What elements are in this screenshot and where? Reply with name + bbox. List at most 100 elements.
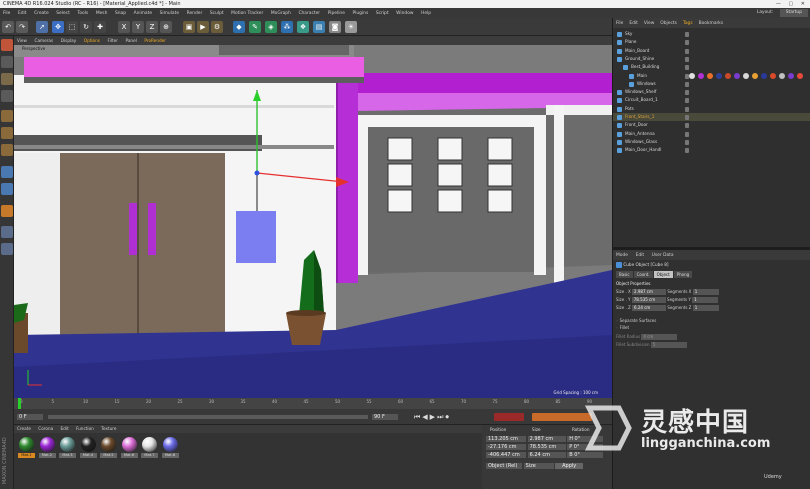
playhead[interactable] <box>18 398 21 409</box>
tab-basic[interactable]: Basic <box>616 271 633 278</box>
tab-object[interactable]: Object <box>653 271 673 278</box>
edges-mode-icon[interactable] <box>1 127 13 139</box>
scale-icon[interactable]: ⬚ <box>66 21 78 33</box>
tab-coord[interactable]: Coord. <box>633 271 653 278</box>
attr-menu-mode[interactable]: Mode <box>613 251 631 260</box>
visibility-toggle-icon[interactable] <box>685 48 689 54</box>
vp-menu-cameras[interactable]: Cameras <box>32 36 57 45</box>
object-name[interactable]: Main_Door_Handl <box>625 146 661 154</box>
apply-button[interactable]: Apply <box>555 463 584 469</box>
material-tag-icon[interactable] <box>797 72 803 79</box>
material-name[interactable]: Mat.3 <box>59 453 76 458</box>
visibility-toggle-icon[interactable] <box>685 40 689 46</box>
object-name[interactable]: Front_Door <box>625 121 648 129</box>
object-row[interactable]: Best_Building <box>613 63 810 71</box>
visibility-toggle-icon[interactable] <box>685 81 689 87</box>
material-name[interactable]: Mat.4 <box>79 453 97 458</box>
object-name[interactable]: Main_Antenna <box>625 130 655 138</box>
object-name[interactable]: Main_Board <box>625 47 649 55</box>
material-name[interactable]: Mat.5 <box>100 453 117 458</box>
coord-mode-select[interactable]: Object (Rel) <box>486 463 522 469</box>
material-swatch[interactable] <box>162 437 178 452</box>
property-value-field[interactable]: 2.987 cm <box>632 289 667 295</box>
material-tag-icon[interactable] <box>761 72 767 79</box>
x-axis-icon[interactable]: X <box>118 21 130 33</box>
object-row[interactable]: Windows_Shelf <box>613 88 810 96</box>
coordinate-system-icon[interactable]: ⊕ <box>160 21 172 33</box>
viewport-3d[interactable]: Perspective Grid Spacing : 100 cm <box>14 45 612 398</box>
deformer-icon[interactable]: ❖ <box>297 21 309 33</box>
menu-render[interactable]: Render <box>184 9 206 18</box>
object-row[interactable]: Main <box>613 72 810 80</box>
separate-surfaces-checkbox[interactable]: ◦ Separate Surfaces <box>616 317 656 324</box>
size-mode-select[interactable]: Size <box>523 463 554 469</box>
segments-field[interactable]: 1 <box>692 297 719 303</box>
size-z-field[interactable]: 6.24 cm <box>527 452 566 458</box>
visibility-toggle-icon[interactable] <box>685 90 689 96</box>
z-axis-icon[interactable]: Z <box>146 21 158 33</box>
timeline-ruler[interactable]: 0 5 10 15 20 25 30 35 40 45 50 55 60 65 70 75 80 85 90 <box>14 398 612 409</box>
vp-menu-panel[interactable]: Panel <box>123 36 140 45</box>
menu-motion-tracker[interactable]: Motion Tracker <box>228 9 266 18</box>
segments-field[interactable]: 1 <box>692 305 719 311</box>
object-name[interactable]: Windows_Glass <box>625 138 657 146</box>
record-keys-icon[interactable] <box>494 413 524 421</box>
object-row[interactable]: Plane <box>613 38 810 46</box>
object-row[interactable]: Ground_Shine <box>613 55 810 63</box>
end-frame-field[interactable]: 90 F <box>372 414 398 420</box>
object-row[interactable]: Circuit_Board_1 <box>613 96 810 104</box>
points-mode-icon[interactable] <box>1 110 13 122</box>
make-editable-icon[interactable] <box>1 39 13 51</box>
om-menu-item[interactable]: Bookmarks <box>696 19 727 28</box>
material-tag-icon[interactable] <box>770 72 776 79</box>
menu-simulate[interactable]: Simulate <box>157 9 182 18</box>
material-tag-icon[interactable] <box>725 72 731 79</box>
menu-character[interactable]: Character <box>295 9 323 18</box>
pen-spline-icon[interactable]: ✎ <box>249 21 261 33</box>
material-tag-icon[interactable] <box>752 72 758 79</box>
floor-icon[interactable]: ▤ <box>313 21 325 33</box>
object-row[interactable]: Windows_Glass <box>613 138 810 146</box>
material-swatch[interactable] <box>39 437 55 452</box>
mat-menu-edit[interactable]: Edit <box>58 425 72 433</box>
om-menu-item[interactable]: Objects <box>657 19 680 28</box>
visibility-toggle-icon[interactable] <box>685 123 689 129</box>
material-name[interactable]: Mat.1 <box>18 453 35 458</box>
camera-icon[interactable]: ◙ <box>329 21 341 33</box>
array-icon[interactable]: ⁂ <box>281 21 293 33</box>
mat-menu-function[interactable]: Function <box>73 425 97 433</box>
visibility-toggle-icon[interactable] <box>685 65 689 71</box>
material-swatch[interactable] <box>101 437 116 452</box>
fillet-radius-row[interactable]: Fillet Radius 4 cm <box>616 333 678 340</box>
workplane-icon[interactable] <box>1 90 13 102</box>
attr-menu-edit[interactable]: Edit <box>633 251 648 260</box>
material-tag-icon[interactable] <box>689 72 695 79</box>
live-selection-icon[interactable]: ➚ <box>36 21 48 33</box>
material-name[interactable]: Mat.2 <box>38 453 56 458</box>
menu-create[interactable]: Create <box>31 9 52 18</box>
object-name[interactable]: Windows <box>637 80 656 88</box>
material-swatch[interactable] <box>80 437 96 452</box>
mat-menu-create[interactable]: Create <box>14 425 34 433</box>
vp-menu-display[interactable]: Display <box>58 36 79 45</box>
object-name[interactable]: Plane <box>625 38 637 46</box>
fillet-checkbox[interactable]: ◦ Fillet <box>616 324 629 331</box>
timeline[interactable]: 0 5 10 15 20 25 30 35 40 45 50 55 60 65 70 75 80 85 90 0 F… <box>14 398 612 424</box>
visibility-toggle-icon[interactable] <box>685 32 689 37</box>
subdivision-icon[interactable]: ◈ <box>265 21 277 33</box>
mat-menu-corona[interactable]: Corona <box>35 425 56 433</box>
y-axis-icon[interactable]: Y <box>132 21 144 33</box>
cube-icon[interactable]: ◆ <box>233 21 245 33</box>
polygons-mode-icon[interactable] <box>1 144 13 156</box>
mat-menu-texture[interactable]: Texture <box>98 425 119 433</box>
material-name[interactable]: Mat.7 <box>141 453 158 458</box>
menu-plugins[interactable]: Plugins <box>350 9 372 18</box>
size-x-field[interactable]: 2.987 cm <box>527 436 566 442</box>
menu-file[interactable]: File <box>0 9 13 18</box>
material-tag-icon[interactable] <box>734 72 740 79</box>
axis-mode-icon[interactable] <box>1 166 13 178</box>
menu-mograph[interactable]: MoGraph <box>268 9 294 18</box>
fillet-radius-field[interactable]: 4 cm <box>641 334 678 340</box>
material-tag-icon[interactable] <box>698 72 704 79</box>
property-value-field[interactable]: 78.535 cm <box>631 297 666 303</box>
